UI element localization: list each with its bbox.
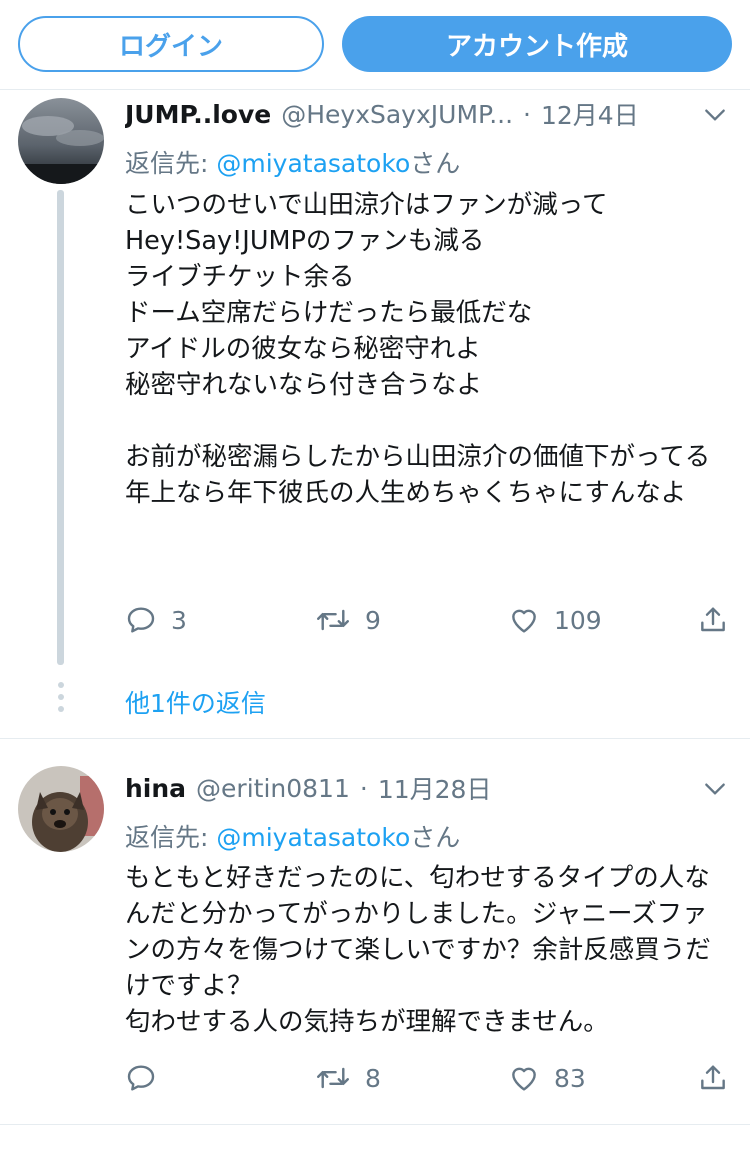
divider [0,738,750,739]
reply-to-mention[interactable]: @miyatasatoko [216,823,410,852]
tweet-date[interactable]: 11月28日 [378,770,492,806]
reply-to-mention[interactable]: @miyatasatoko [216,149,410,178]
tweet-actions: 8 83 [125,1058,735,1098]
retweet-count: 9 [365,605,381,635]
auth-bar: ログイン アカウント作成 [0,0,750,90]
reply-icon [127,1065,155,1091]
share-icon [701,607,725,632]
login-button[interactable]: ログイン [18,16,324,72]
like-count: 109 [554,605,602,635]
retweet-icon [316,609,350,631]
reply-action[interactable]: 3 [125,600,187,640]
user-handle[interactable]: @HeyxSayxJUMP... [281,100,513,129]
tweet-text: こいつのせいで山田涼介はファンが減って Hey!Say!JUMPのファンも減る … [125,190,711,508]
avatar-image [18,98,104,184]
reply-action[interactable] [125,1058,171,1098]
avatar-image [18,766,104,852]
reply-icon [127,607,155,633]
display-name[interactable]: hina [125,774,186,803]
like-count: 83 [554,1063,586,1093]
display-name[interactable]: JUMP..love [125,100,271,129]
avatar[interactable] [18,766,104,852]
retweet-icon [316,1067,350,1089]
share-action[interactable] [697,600,743,640]
like-action[interactable]: 109 [508,600,602,640]
reply-to-suffix: さん [410,823,461,852]
divider [0,1124,750,1125]
tweet-header: JUMP..love @HeyxSayxJUMP... · 12月4日 [125,94,680,134]
like-action[interactable]: 83 [508,1058,586,1098]
user-handle[interactable]: @eritin0811 [196,774,350,803]
retweet-action[interactable]: 8 [315,1058,381,1098]
share-icon [701,1065,725,1090]
reply-to-prefix: 返信先: [125,149,217,178]
tweet-actions: 3 9 109 [125,600,735,640]
like-icon [512,609,536,633]
tweet-1[interactable]: JUMP..love @HeyxSayxJUMP... · 12月4日 返信先:… [0,90,750,740]
like-icon [512,1067,536,1091]
separator: · [523,99,531,129]
retweet-count: 8 [365,1063,381,1093]
thread-line [57,190,64,665]
reply-to-suffix: さん [410,149,461,178]
reply-to: 返信先: @miyatasatokoさん [125,144,460,180]
reply-count: 3 [171,605,187,635]
thread-dots [58,682,64,718]
share-action[interactable] [697,1058,743,1098]
separator: · [359,773,368,803]
chevron-down-icon[interactable] [702,102,728,128]
tweet-header: hina @eritin0811 · 11月28日 [125,768,680,808]
tweet-text: もともと好きだったのに、匂わせするタイプの人なんだと分かってがっかりしました。ジ… [125,863,711,1037]
tweet-date[interactable]: 12月4日 [541,96,639,132]
chevron-down-icon[interactable] [702,776,728,802]
reply-to-prefix: 返信先: [125,823,217,852]
more-replies-link[interactable]: 他1件の返信 [125,684,266,720]
reply-to: 返信先: @miyatasatokoさん [125,818,460,854]
avatar[interactable] [18,98,104,184]
tweet-2[interactable]: hina @eritin0811 · 11月28日 返信先: @miyatasa… [0,740,750,1130]
retweet-action[interactable]: 9 [315,600,381,640]
signup-button[interactable]: アカウント作成 [342,16,732,72]
